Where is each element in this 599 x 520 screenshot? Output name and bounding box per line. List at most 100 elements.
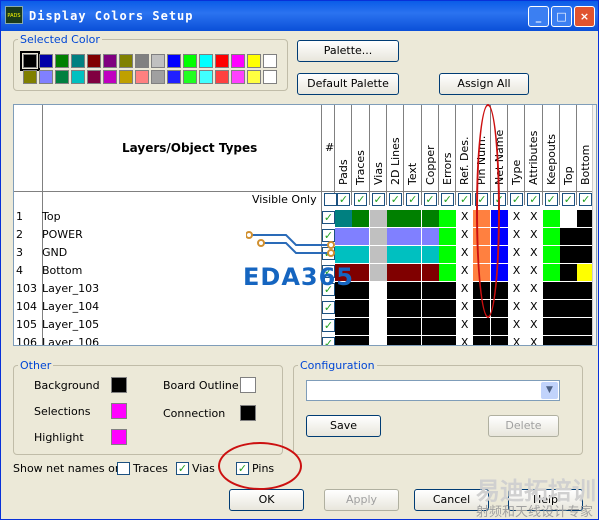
color-cell[interactable] bbox=[352, 228, 370, 245]
delete-button[interactable]: Delete bbox=[488, 415, 559, 437]
color-cell[interactable] bbox=[421, 228, 439, 245]
color-swatch[interactable] bbox=[231, 70, 245, 84]
color-swatch[interactable] bbox=[247, 54, 261, 68]
color-cell[interactable] bbox=[421, 246, 439, 263]
color-cell[interactable] bbox=[438, 246, 456, 263]
highlight-color-swatch[interactable] bbox=[111, 429, 127, 445]
color-cell[interactable] bbox=[369, 336, 387, 345]
row-layer-name[interactable]: GND bbox=[42, 246, 67, 259]
color-cell[interactable] bbox=[559, 246, 577, 263]
visible-checkbox[interactable]: ✓ bbox=[458, 193, 472, 206]
color-cell[interactable] bbox=[421, 282, 439, 299]
palette-button[interactable]: Palette... bbox=[297, 40, 399, 62]
color-swatch[interactable] bbox=[167, 54, 181, 68]
color-swatch[interactable] bbox=[135, 54, 149, 68]
color-swatch[interactable] bbox=[263, 70, 277, 84]
row-layer-name[interactable]: Bottom bbox=[42, 264, 82, 277]
visible-checkbox[interactable]: ✓ bbox=[337, 193, 350, 206]
visible-checkbox[interactable]: ✓ bbox=[406, 193, 420, 206]
color-cell[interactable] bbox=[438, 210, 456, 227]
column-header[interactable]: Top bbox=[560, 105, 577, 191]
color-cell[interactable] bbox=[438, 300, 456, 317]
column-header[interactable]: Text bbox=[404, 105, 421, 191]
color-swatch[interactable] bbox=[39, 70, 53, 84]
color-swatch[interactable] bbox=[151, 70, 165, 84]
color-swatch[interactable] bbox=[103, 54, 117, 68]
default-palette-button[interactable]: Default Palette bbox=[297, 73, 399, 95]
color-swatch[interactable] bbox=[183, 70, 197, 84]
color-cell[interactable] bbox=[404, 246, 422, 263]
color-cell[interactable] bbox=[438, 282, 456, 299]
color-cell[interactable] bbox=[386, 282, 404, 299]
color-cell[interactable] bbox=[438, 228, 456, 245]
color-cell[interactable] bbox=[490, 336, 508, 345]
color-cell[interactable] bbox=[352, 336, 370, 345]
color-cell[interactable] bbox=[404, 318, 422, 335]
column-header[interactable]: Errors bbox=[439, 105, 456, 191]
color-cell[interactable] bbox=[559, 300, 577, 317]
color-cell[interactable] bbox=[542, 210, 560, 227]
layer-color-grid[interactable]: Layers/Object Types # Visible Only Pads ✓… bbox=[13, 104, 597, 346]
visible-only-checkbox[interactable] bbox=[324, 193, 337, 206]
minimize-button[interactable]: _ bbox=[528, 6, 549, 27]
connection-color-swatch[interactable] bbox=[240, 405, 256, 421]
color-cell[interactable] bbox=[352, 210, 370, 227]
color-cell[interactable] bbox=[369, 246, 387, 263]
color-cell[interactable] bbox=[352, 246, 370, 263]
visible-checkbox[interactable]: ✓ bbox=[527, 193, 541, 206]
color-cell[interactable] bbox=[369, 318, 387, 335]
visible-checkbox[interactable]: ✓ bbox=[388, 193, 402, 206]
color-cell[interactable] bbox=[542, 246, 560, 263]
configuration-dropdown[interactable]: ▼ bbox=[306, 380, 560, 401]
color-swatch[interactable] bbox=[71, 70, 85, 84]
color-cell[interactable] bbox=[421, 264, 439, 281]
row-layer-name[interactable]: Layer_103 bbox=[42, 282, 99, 295]
color-swatch[interactable] bbox=[87, 54, 101, 68]
color-cell[interactable] bbox=[386, 336, 404, 345]
color-swatch[interactable] bbox=[119, 70, 133, 84]
chevron-down-icon[interactable]: ▼ bbox=[541, 382, 558, 399]
column-header[interactable]: Type bbox=[508, 105, 525, 191]
color-swatch[interactable] bbox=[55, 70, 69, 84]
color-cell[interactable] bbox=[386, 300, 404, 317]
color-cell[interactable] bbox=[542, 318, 560, 335]
grid-scrollbar[interactable] bbox=[592, 105, 596, 345]
row-layer-name[interactable]: Layer_106 bbox=[42, 336, 99, 345]
color-cell[interactable] bbox=[421, 318, 439, 335]
color-swatch[interactable] bbox=[183, 54, 197, 68]
background-color-swatch[interactable] bbox=[111, 377, 127, 393]
color-cell[interactable] bbox=[352, 282, 370, 299]
color-cell[interactable] bbox=[352, 300, 370, 317]
row-layer-name[interactable]: Layer_104 bbox=[42, 300, 99, 313]
selections-color-swatch[interactable] bbox=[111, 403, 127, 419]
column-header[interactable]: Pads bbox=[335, 105, 352, 191]
color-cell[interactable] bbox=[335, 336, 352, 345]
color-cell[interactable] bbox=[386, 264, 404, 281]
maximize-button[interactable]: □ bbox=[551, 6, 572, 27]
color-cell[interactable] bbox=[386, 210, 404, 227]
traces-checkbox[interactable] bbox=[117, 462, 130, 475]
color-cell[interactable] bbox=[559, 336, 577, 345]
color-swatch[interactable] bbox=[263, 54, 277, 68]
color-cell[interactable] bbox=[438, 336, 456, 345]
color-swatch[interactable] bbox=[103, 70, 117, 84]
visible-checkbox[interactable]: ✓ bbox=[561, 193, 575, 206]
color-cell[interactable] bbox=[404, 228, 422, 245]
row-layer-name[interactable]: Layer_105 bbox=[42, 318, 99, 331]
color-swatch[interactable] bbox=[135, 70, 149, 84]
color-swatch[interactable] bbox=[119, 54, 133, 68]
row-layer-name[interactable]: POWER bbox=[42, 228, 83, 241]
color-cell[interactable] bbox=[369, 210, 387, 227]
color-swatch[interactable] bbox=[199, 70, 213, 84]
board-outline-color-swatch[interactable] bbox=[240, 377, 256, 393]
color-cell[interactable] bbox=[542, 300, 560, 317]
color-swatch[interactable] bbox=[39, 54, 53, 68]
color-cell[interactable] bbox=[473, 318, 491, 335]
color-cell[interactable] bbox=[335, 318, 352, 335]
color-swatch[interactable] bbox=[215, 70, 229, 84]
color-cell[interactable] bbox=[490, 318, 508, 335]
color-cell[interactable] bbox=[559, 282, 577, 299]
color-cell[interactable] bbox=[559, 264, 577, 281]
row-visible-checkbox[interactable]: ✓ bbox=[322, 337, 335, 345]
visible-checkbox[interactable]: ✓ bbox=[371, 193, 385, 206]
